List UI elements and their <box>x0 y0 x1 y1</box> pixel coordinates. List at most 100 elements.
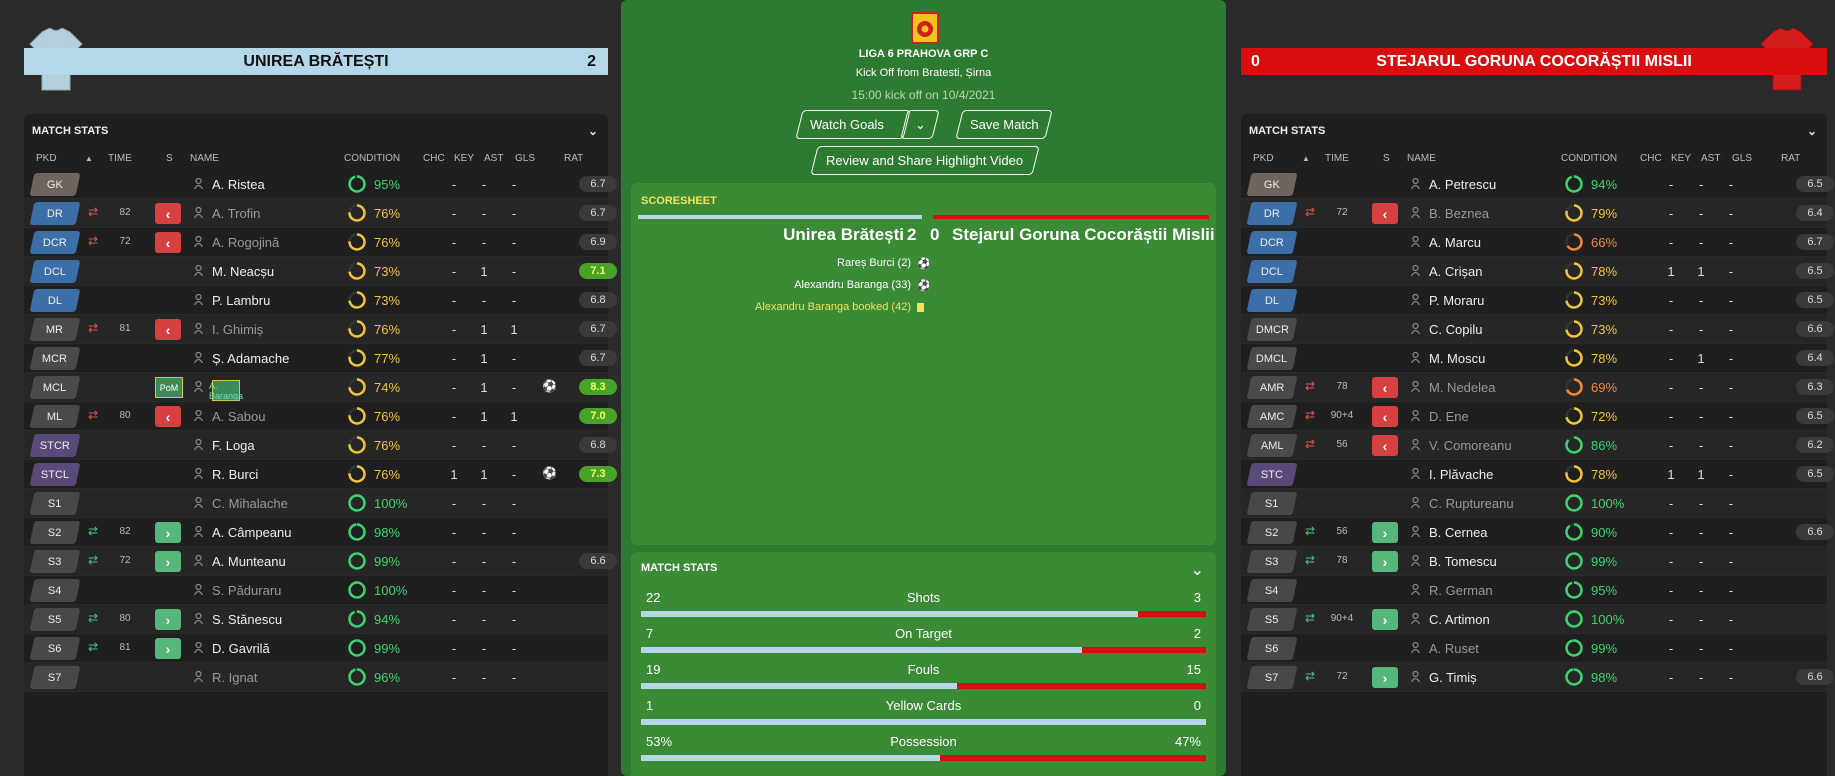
sub-off-button[interactable]: ‹ <box>1372 377 1398 398</box>
table-row[interactable]: GK A. Petrescu 94% - - - 6.5 <box>1241 170 1834 199</box>
player-name[interactable]: A. Marcu <box>1429 235 1481 250</box>
col-pkd[interactable]: PKD <box>36 153 57 164</box>
sub-off-button[interactable]: ‹ <box>1372 406 1398 427</box>
col-condition[interactable]: CONDITION <box>344 153 400 164</box>
col-time[interactable]: TIME <box>108 153 132 164</box>
table-row[interactable]: S7 ⇄ 72 › G. Timiș 98% - - - 6.6 <box>1241 663 1834 692</box>
col-name[interactable]: NAME <box>1407 153 1436 164</box>
col-chc[interactable]: CHC <box>423 153 445 164</box>
table-row[interactable]: STCR F. Loga 76% - - - 6.8 <box>24 431 617 460</box>
player-name[interactable]: F. Loga <box>212 438 255 453</box>
table-row[interactable]: DR ⇄ 72 ‹ B. Beznea 79% - - - 6.4 <box>1241 199 1834 228</box>
sub-off-button[interactable]: ‹ <box>1372 203 1398 224</box>
table-row[interactable]: AMR ⇄ 78 ‹ M. Nedelea 69% - - - 6.3 <box>1241 373 1834 402</box>
table-row[interactable]: S5 ⇄ 90+4 › C. Artimon 100% - - - <box>1241 605 1827 634</box>
col-time[interactable]: TIME <box>1325 153 1349 164</box>
save-match-button[interactable]: Save Match <box>955 110 1053 139</box>
chevron-down-icon[interactable]: ⌄ <box>1807 124 1817 138</box>
table-row[interactable]: DL P. Moraru 73% - - - 6.5 <box>1241 286 1834 315</box>
col-condition[interactable]: CONDITION <box>1561 153 1617 164</box>
player-name[interactable]: A. Câmpeanu <box>212 525 292 540</box>
chevron-down-icon[interactable]: ⌄ <box>1191 560 1204 580</box>
player-name[interactable]: A. Ruset <box>1429 641 1479 656</box>
col-gls[interactable]: GLS <box>515 153 535 164</box>
table-row[interactable]: S1 C. Ruptureanu 100% - - - <box>1241 489 1827 518</box>
table-row[interactable]: DMCR C. Copilu 73% - - - 6.6 <box>1241 315 1834 344</box>
player-name[interactable]: D. Gavrilă <box>212 641 270 656</box>
table-row[interactable]: MCR Ș. Adamache 77% - 1 - 6.7 <box>24 344 617 373</box>
table-row[interactable]: STCL R. Burci 76% 1 1 - ⚽ 7.3 <box>24 460 617 489</box>
table-row[interactable]: S6 A. Ruset 99% - - - <box>1241 634 1827 663</box>
review-highlight-button[interactable]: Review and Share Highlight Video <box>810 146 1040 175</box>
player-name[interactable]: Ș. Adamache <box>212 351 289 366</box>
table-row[interactable]: DCR ⇄ 72 ‹ A. Rogojină 76% - - - 6.9 <box>24 228 617 257</box>
watch-goals-dropdown[interactable]: ⌄ <box>900 110 940 139</box>
player-name[interactable]: C. Ruptureanu <box>1429 496 1514 511</box>
player-name[interactable]: I. Plăvache <box>1429 467 1493 482</box>
player-name[interactable]: S. Păduraru <box>212 583 281 598</box>
player-name[interactable]: A. Ristea <box>212 177 265 192</box>
table-row[interactable]: S3 ⇄ 78 › B. Tomescu 99% - - - <box>1241 547 1827 576</box>
table-row[interactable]: DCL M. Neacșu 73% - 1 - 7.1 <box>24 257 617 286</box>
chevron-down-icon[interactable]: ⌄ <box>588 124 598 138</box>
table-row[interactable]: DCL A. Crișan 78% 1 1 - 6.5 <box>1241 257 1834 286</box>
col-s[interactable]: S <box>166 153 173 164</box>
table-row[interactable]: S5 ⇄ 80 › S. Stănescu 94% - - - <box>24 605 608 634</box>
table-row[interactable]: S2 ⇄ 82 › A. Câmpeanu 98% - - - <box>24 518 608 547</box>
player-name[interactable]: P. Moraru <box>1429 293 1484 308</box>
sort-up-icon[interactable]: ▲ <box>1302 154 1310 163</box>
player-name[interactable]: V. Comoreanu <box>1429 438 1512 453</box>
player-name[interactable]: D. Ene <box>1429 409 1469 424</box>
table-row[interactable]: S6 ⇄ 81 › D. Gavrilă 99% - - - <box>24 634 608 663</box>
col-key[interactable]: KEY <box>454 153 474 164</box>
col-name[interactable]: NAME <box>190 153 219 164</box>
away-panel-header[interactable]: MATCH STATS ⌄ <box>1241 114 1827 148</box>
sub-on-button[interactable]: › <box>155 638 181 659</box>
table-row[interactable]: DCR A. Marcu 66% - - - 6.7 <box>1241 228 1834 257</box>
sub-off-button[interactable]: ‹ <box>155 232 181 253</box>
player-name[interactable]: B. Tomescu <box>1429 554 1497 569</box>
sub-off-button[interactable]: ‹ <box>1372 435 1398 456</box>
table-row[interactable]: S1 C. Mihalache 100% - - - <box>24 489 608 518</box>
player-name[interactable]: A. Crișan <box>1429 264 1482 279</box>
player-name[interactable]: R. Burci <box>212 467 258 482</box>
table-row[interactable]: AMC ⇄ 90+4 ‹ D. Ene 72% - - - 6.5 <box>1241 402 1834 431</box>
table-row[interactable]: DR ⇄ 82 ‹ A. Trofin 76% - - - 6.7 <box>24 199 617 228</box>
player-name[interactable]: A. Petrescu <box>1429 177 1496 192</box>
table-row[interactable]: ML ⇄ 80 ‹ A. Sabou 76% - 1 1 7.0 <box>24 402 617 431</box>
player-name[interactable]: A. Baranga <box>209 380 243 401</box>
player-name[interactable]: I. Ghimiș <box>212 322 263 337</box>
col-s[interactable]: S <box>1383 153 1390 164</box>
player-name[interactable]: B. Beznea <box>1429 206 1489 221</box>
table-row[interactable]: STC I. Plăvache 78% 1 1 - 6.5 <box>1241 460 1834 489</box>
player-name[interactable]: A. Rogojină <box>212 235 279 250</box>
sub-on-button[interactable]: › <box>155 522 181 543</box>
table-row[interactable]: DMCL M. Moscu 78% - 1 - 6.4 <box>1241 344 1834 373</box>
table-row[interactable]: S4 R. German 95% - - - <box>1241 576 1827 605</box>
player-name[interactable]: P. Lambru <box>212 293 270 308</box>
player-name[interactable]: B. Cernea <box>1429 525 1488 540</box>
col-key[interactable]: KEY <box>1671 153 1691 164</box>
watch-goals-button[interactable]: Watch Goals <box>795 110 911 139</box>
player-name[interactable]: M. Nedelea <box>1429 380 1495 395</box>
table-row[interactable]: MR ⇄ 81 ‹ I. Ghimiș 76% - 1 1 6.7 <box>24 315 617 344</box>
player-name[interactable]: M. Moscu <box>1429 351 1485 366</box>
sub-on-button[interactable]: › <box>155 609 181 630</box>
sub-off-button[interactable]: ‹ <box>155 406 181 427</box>
table-row[interactable]: S2 ⇄ 56 › B. Cernea 90% - - - 6.6 <box>1241 518 1834 547</box>
sub-on-button[interactable]: › <box>1372 551 1398 572</box>
player-name[interactable]: M. Neacșu <box>212 264 274 279</box>
player-name[interactable]: A. Munteanu <box>212 554 286 569</box>
col-ast[interactable]: AST <box>1701 153 1720 164</box>
away-team-bar[interactable]: 0 STEJARUL GORUNA COCORĂȘTII MISLII <box>1241 48 1827 75</box>
player-name[interactable]: R. German <box>1429 583 1493 598</box>
player-name[interactable]: C. Copilu <box>1429 322 1482 337</box>
col-chc[interactable]: CHC <box>1640 153 1662 164</box>
player-name[interactable]: C. Artimon <box>1429 612 1490 627</box>
player-name[interactable]: A. Sabou <box>212 409 266 424</box>
sub-on-button[interactable]: › <box>1372 522 1398 543</box>
player-name[interactable]: G. Timiș <box>1429 670 1477 685</box>
table-row[interactable]: MCL PoM A. Baranga 74% - 1 - ⚽ 8.3 <box>24 373 617 402</box>
col-rat[interactable]: RAT <box>1781 153 1800 164</box>
table-row[interactable]: S7 R. Ignat 96% - - - <box>24 663 608 692</box>
